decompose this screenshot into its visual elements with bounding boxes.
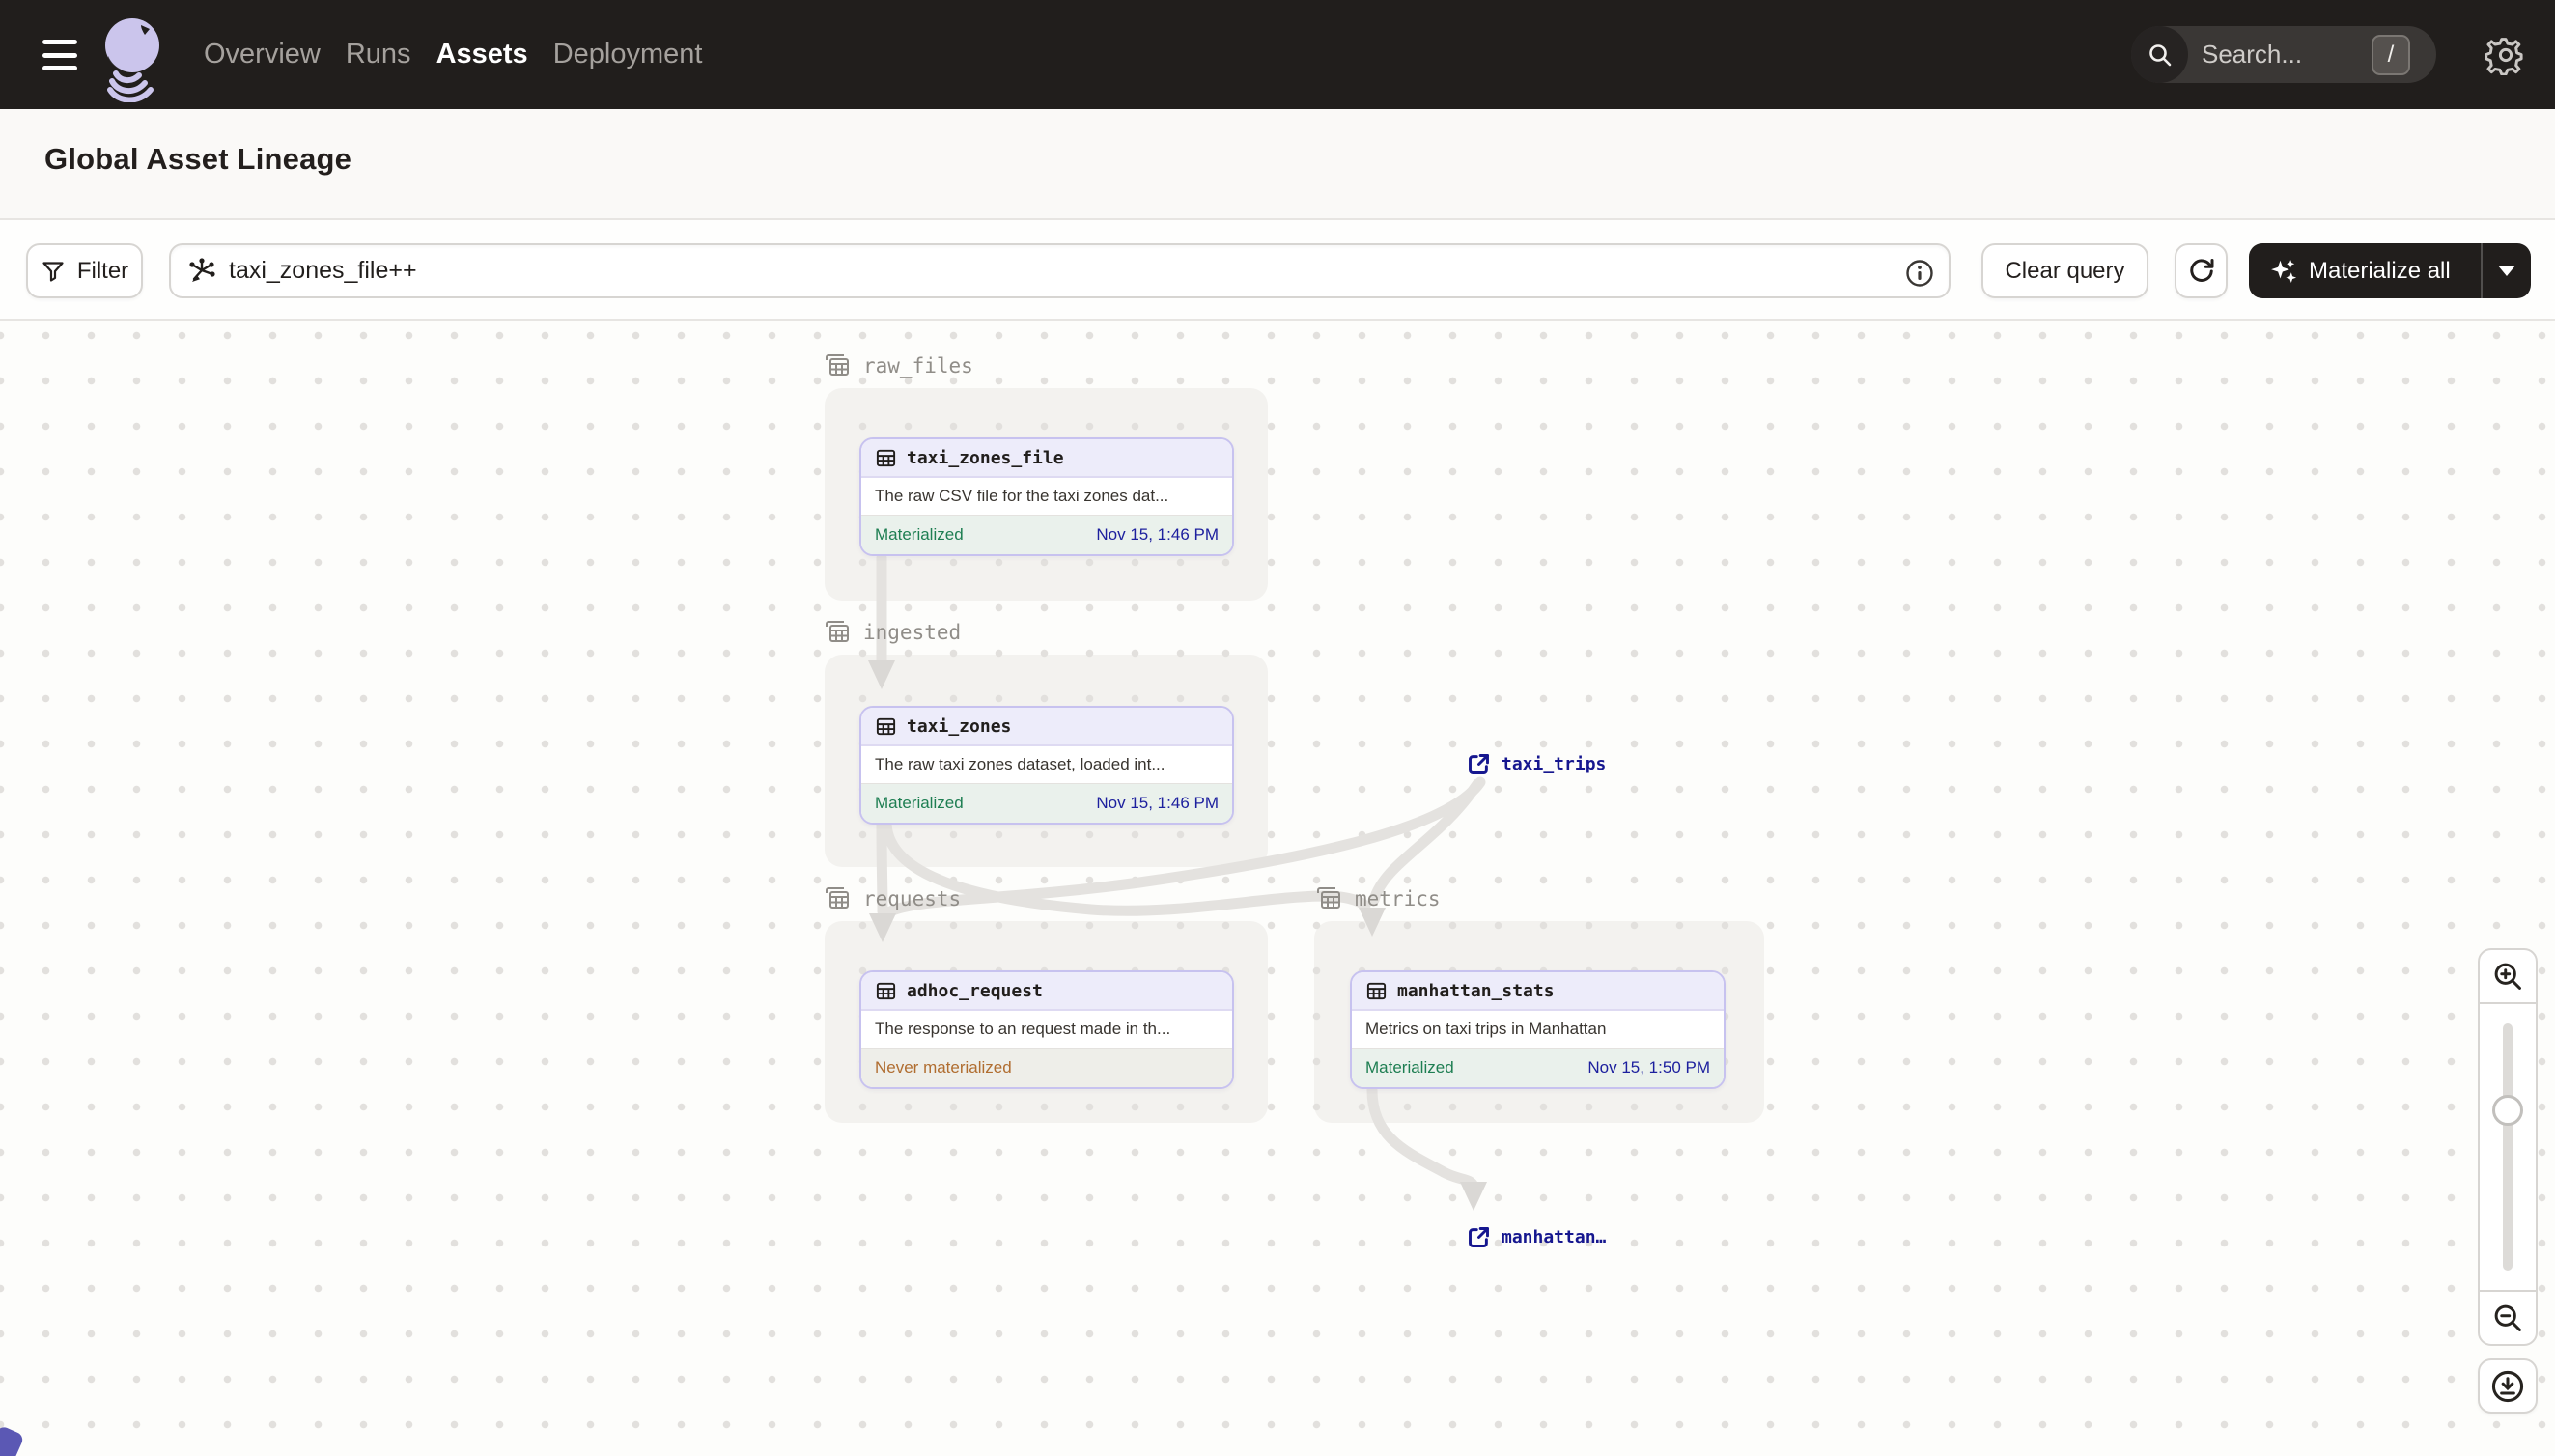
external-link-icon [1469,754,1489,774]
sparkles-icon [2271,259,2297,283]
lineage-canvas[interactable]: raw_files ingested requests metrics taxi… [0,321,2555,1456]
materialize-all-label: Materialize all [2309,257,2451,284]
asset-query-input[interactable] [229,257,1891,285]
zoom-slider-track[interactable] [2503,1023,2513,1271]
group-table-icon [1317,887,1340,909]
table-icon [876,717,896,735]
lineage-toolbar: Filter Clear query Materialize all [0,220,2555,321]
table-icon [1366,982,1387,999]
asset-query-box[interactable] [169,243,1951,298]
status-badge: Materialized [875,794,964,812]
asset-description: Metrics on taxi trips in Manhattan [1352,1011,1724,1048]
nav-link-overview[interactable]: Overview [204,39,321,70]
chevron-down-icon [2498,266,2515,276]
asset-node-taxi-zones[interactable]: taxi_zones The raw taxi zones dataset, l… [859,706,1234,825]
table-icon [876,449,896,466]
clear-query-button[interactable]: Clear query [1981,243,2148,298]
materialize-all-main[interactable]: Materialize all [2249,243,2481,298]
asset-name: taxi_zones_file [907,447,1064,468]
search-icon [2131,26,2188,83]
group-label-requests: requests [823,884,961,913]
search-input[interactable] [2202,40,2366,70]
external-asset-taxi-trips[interactable]: taxi_trips [1466,751,1606,777]
group-table-icon [826,621,849,642]
table-icon [876,982,896,999]
materialization-timestamp[interactable]: Nov 15, 1:46 PM [1096,794,1219,813]
status-badge: Never materialized [875,1058,1012,1077]
nav-link-deployment[interactable]: Deployment [553,39,703,70]
download-icon [2491,1370,2524,1402]
dagster-logo[interactable] [97,15,170,107]
zoom-in-button[interactable] [2480,950,2536,1004]
clear-query-label: Clear query [2005,257,2125,284]
group-label-metrics: metrics [1314,884,1441,913]
zoom-out-button[interactable] [2480,1290,2536,1344]
external-link-icon [1469,1227,1489,1247]
menu-hamburger-icon[interactable] [42,37,79,73]
materialization-timestamp[interactable]: Nov 15, 1:46 PM [1096,525,1219,545]
asset-node-manhattan-stats[interactable]: manhattan_stats Metrics on taxi trips in… [1350,970,1726,1089]
external-asset-manhattan-map[interactable]: manhattan… [1466,1224,1606,1250]
edge-taxi-trips-to-manhattan-stats [1368,778,1483,906]
filter-label: Filter [76,257,129,284]
group-name: requests [863,887,962,910]
zoom-slider[interactable] [2480,1004,2536,1290]
search-shortcut-badge: / [2372,34,2410,75]
asset-name: adhoc_request [907,980,1043,1001]
nav-link-runs[interactable]: Runs [346,39,411,70]
materialize-dropdown-button[interactable] [2483,243,2531,298]
asset-node-adhoc-request[interactable]: adhoc_request The response to an request… [859,970,1234,1089]
nav-link-assets[interactable]: Assets [436,39,528,70]
search-bar[interactable]: / [2131,26,2436,83]
asset-name: taxi_zones [907,715,1012,737]
settings-gear-icon[interactable] [2484,33,2528,77]
nav-links: Overview Runs Assets Deployment [204,0,702,109]
page-header: Global Asset Lineage Reload definitions [0,109,2555,303]
lineage-edges [868,552,1487,1211]
group-table-icon [826,354,849,376]
zoom-slider-handle[interactable] [2492,1095,2523,1126]
asset-description: The response to an request made in th... [861,1011,1232,1048]
asset-name: manhattan_stats [1397,980,1555,1001]
group-label-ingested: ingested [823,618,961,647]
recenter-download-button[interactable] [2478,1358,2538,1414]
query-info-icon[interactable] [1904,258,1935,294]
group-name: raw_files [863,354,973,378]
zoom-in-icon [2494,963,2521,990]
status-badge: Materialized [875,525,964,544]
asset-description: The raw CSV file for the taxi zones dat.… [861,478,1232,515]
top-nav: Overview Runs Assets Deployment / [0,0,2555,109]
group-name: ingested [863,621,962,644]
zoom-controls [2478,948,2538,1346]
page-title: Global Asset Lineage [44,142,352,176]
group-label-raw-files: raw_files [823,351,973,380]
filter-button[interactable]: Filter [26,243,143,298]
external-asset-name: manhattan… [1502,1227,1607,1247]
group-table-icon [826,887,849,909]
materialize-all-button[interactable]: Materialize all [2249,243,2531,298]
zoom-out-icon [2494,1304,2521,1331]
refresh-icon [2189,258,2213,282]
asset-node-taxi-zones-file[interactable]: taxi_zones_file The raw CSV file for the… [859,437,1234,556]
materialization-timestamp[interactable]: Nov 15, 1:50 PM [1587,1058,1710,1078]
asset-description: The raw taxi zones dataset, loaded int..… [861,746,1232,783]
refresh-graph-button[interactable] [2175,243,2228,298]
filter-funnel-icon [42,261,64,282]
external-asset-name: taxi_trips [1502,754,1607,774]
status-badge: Materialized [1365,1058,1454,1077]
group-name: metrics [1355,887,1441,910]
graph-query-icon [189,257,215,282]
